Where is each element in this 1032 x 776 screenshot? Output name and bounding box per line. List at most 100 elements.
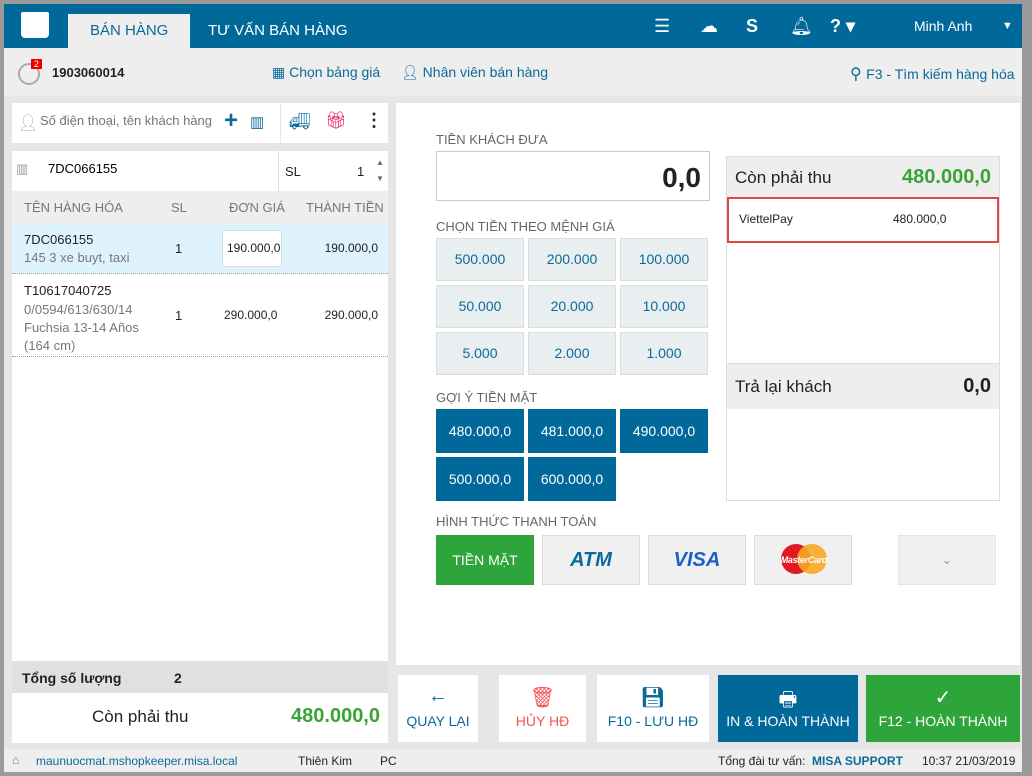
price-list-label: Chọn bảng giá [289,64,381,80]
barcode-input[interactable] [48,161,268,176]
payment-line[interactable]: ViettelPay 480.000,0 [727,197,999,243]
denomination-button[interactable]: 500.000 [436,238,524,281]
barcode-icon: ▥ [16,161,29,176]
customer-search-input[interactable] [40,113,220,128]
denomination-button[interactable]: 2.000 [528,332,616,375]
more-icon[interactable]: ⋮ [365,110,383,131]
item-price-input[interactable]: 190.000,0 [222,230,282,267]
product-search-button[interactable]: ⚲ F3 - Tìm kiếm hàng hóa [850,64,1015,84]
col-total: THÀNH TIỀN [306,200,384,215]
domain-link[interactable]: maunuocmat.mshopkeeper.misa.local [36,754,237,768]
user-name[interactable]: Minh Anh [914,18,972,34]
due-summary: Còn phải thu 480.000,0 [12,693,388,743]
cart-badge: 2 [31,59,43,69]
due-value: 480.000,0 [902,166,991,188]
menu-icon[interactable]: ☰ [654,16,670,37]
search-icon: ⚲ [850,66,867,83]
product-search-label: F3 - Tìm kiếm hàng hóa [866,66,1015,82]
save-invoice-button[interactable]: 💾︎ F10 - LƯU HĐ [597,675,709,742]
given-input[interactable]: 0,0 [436,151,710,201]
cart-panel: ▥ SL 1 ▲▼ TÊN HÀNG HÓA SL ĐƠN GIÁ THÀNH … [12,151,388,661]
app-header: BÁN HÀNG TƯ VẤN BÁN HÀNG ☰ ☁ S 🔔︎ ? ▾ Mi… [4,4,1022,48]
cash-suggestion-button[interactable]: 480.000,0 [436,409,524,453]
cancel-invoice-button[interactable]: 🗑︎ HỦY HĐ [499,675,586,742]
item-code: T10617040725 [24,283,112,298]
col-qty: SL [171,200,187,215]
customer-tools: 🚚︎ 🎁︎ ⋮ [281,103,388,143]
support-link[interactable]: MISA SUPPORT [812,754,903,768]
save-icon: 💾︎ [640,687,666,709]
payment-line-name: ViettelPay [739,212,793,226]
tab-tu-van[interactable]: TƯ VẤN BÁN HÀNG [186,14,370,48]
price-list-icon: ▦ [272,64,290,80]
gift-icon[interactable]: 🎁︎ [325,111,347,131]
delivery-truck-icon[interactable]: 🚚︎ [289,112,311,132]
change-value: 0,0 [963,375,991,397]
help-icon[interactable]: ? ▾ [830,16,855,37]
qty-label: SL [285,164,301,179]
person-icon: 👤︎ [401,64,423,80]
complete-button[interactable]: ✓ F12 - HOÀN THÀNH [866,675,1020,742]
payment-line-amount: 480.000,0 [893,212,947,226]
denomination-button[interactable]: 20.000 [528,285,616,328]
method-mastercard-button[interactable]: MasterCard [754,535,852,585]
item-desc: 145 3 xe buyt, taxi [24,250,130,265]
change-label: Trả lại khách [735,377,832,396]
back-button[interactable]: ← QUAY LẠI [398,675,478,742]
item-total: 190.000,0 [324,241,378,255]
qty-input[interactable]: 1 [357,164,364,179]
table-header: TÊN HÀNG HÓA SL ĐƠN GIÁ THÀNH TIỀN [12,191,388,224]
given-label: TIỀN KHÁCH ĐƯA [436,132,548,147]
method-visa-button[interactable]: VISA [648,535,746,585]
method-label: HÌNH THỨC THANH TOÁN [436,514,597,529]
qty-stepper[interactable]: ▲ ▼ [376,155,384,187]
cloud-sync-icon[interactable]: ☁ [700,16,718,37]
s-logo-icon[interactable]: S [746,16,758,37]
item-qty: 1 [175,241,183,256]
denom-label: CHỌN TIỀN THEO MỆNH GIÁ [436,219,615,234]
more-methods-button[interactable]: ⌄ [898,535,996,585]
cancel-label: HỦY HĐ [515,713,570,729]
denomination-button[interactable]: 50.000 [436,285,524,328]
cash-suggestion-button[interactable]: 600.000,0 [528,457,616,501]
chevron-down-icon[interactable]: ▼ [1002,20,1013,32]
total-qty-value: 2 [174,670,182,686]
denomination-button[interactable]: 200.000 [528,238,616,281]
complete-label: F12 - HOÀN THÀNH [878,713,1008,729]
bell-icon[interactable]: 🔔︎ [790,16,813,37]
denomination-button[interactable]: 1.000 [620,332,708,375]
col-price: ĐƠN GIÁ [229,200,285,215]
status-datetime: 10:37 21/03/2019 [922,754,1016,768]
support-label: Tổng đài tư vấn: [718,754,806,768]
tab-ban-hang[interactable]: BÁN HÀNG [68,14,191,48]
method-cash-button[interactable]: TIỀN MẶT [436,535,534,585]
item-code: 7DC066155 [24,232,94,247]
due-label: Còn phải thu [735,168,832,187]
mastercard-label: MasterCard [780,555,828,565]
chevron-down-icon: ⌄ [941,552,953,567]
status-bar: ⌂ maunuocmat.mshopkeeper.misa.local Thiê… [4,749,1022,772]
item-desc: 0/0594/613/630/14 Fuchsia 13-14 Años (16… [24,302,139,353]
price-list-button[interactable]: ▦ Chọn bảng giá [272,64,380,81]
cash-suggestion-button[interactable]: 490.000,0 [620,409,708,453]
staff-button[interactable]: 👤︎ Nhân viên bán hàng [401,64,548,81]
suggest-label: GỢI Ý TIỀN MẶT [436,390,538,405]
table-row[interactable]: T10617040725 0/0594/613/630/14 Fuchsia 1… [12,275,388,357]
print-label: IN & HOÀN THÀNH [726,713,850,729]
printer-icon: 🖶︎ [778,689,798,711]
denomination-button[interactable]: 10.000 [620,285,708,328]
cash-suggestion-button[interactable]: 481.000,0 [528,409,616,453]
shop-logo-icon [21,12,49,38]
table-row[interactable]: 7DC066155 145 3 xe buyt, taxi 1 190.000,… [12,224,388,274]
print-complete-button[interactable]: 🖶︎ IN & HOÀN THÀNH [718,675,858,742]
item-qty: 1 [175,308,183,323]
add-customer-icon[interactable]: + [224,107,238,135]
due-label: Còn phải thu [92,707,189,726]
cash-suggestion-button[interactable]: 500.000,0 [436,457,524,501]
barcode-customer-icon[interactable]: ▥ [250,113,264,131]
denomination-button[interactable]: 100.000 [620,238,708,281]
denomination-button[interactable]: 5.000 [436,332,524,375]
col-name: TÊN HÀNG HÓA [24,200,123,215]
item-price: 290.000,0 [224,308,278,322]
method-atm-button[interactable]: ATM [542,535,640,585]
